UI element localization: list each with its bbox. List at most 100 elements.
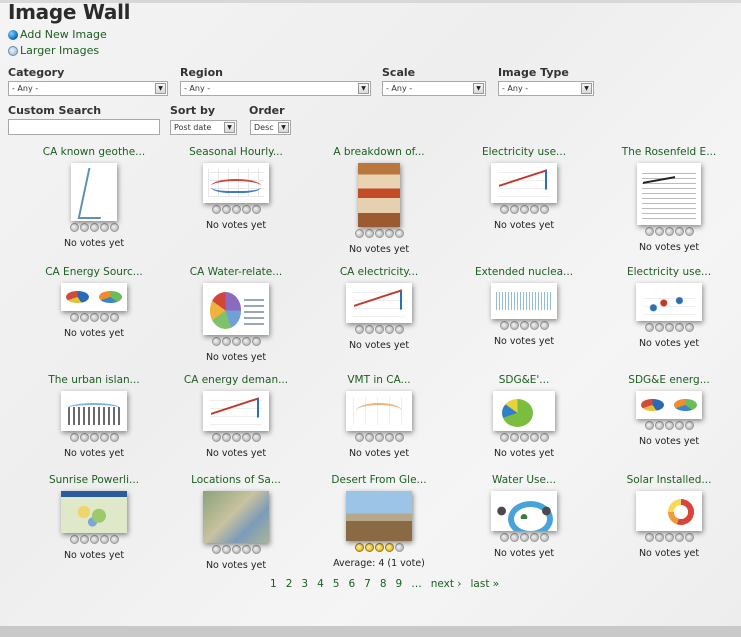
image-thumbnail[interactable] [203,391,269,431]
star-icon[interactable] [644,227,654,236]
star-icon[interactable] [539,433,549,442]
star-icon[interactable] [79,433,89,442]
star-icon[interactable] [231,337,241,346]
star-icon[interactable] [221,433,231,442]
image-thumbnail[interactable] [636,283,702,321]
star-icon[interactable] [384,229,394,238]
star-icon[interactable] [664,227,674,236]
star-icon[interactable] [364,433,374,442]
image-thumbnail[interactable] [493,391,555,431]
region-select[interactable]: - Any - ▼ [180,81,371,96]
star-icon[interactable] [664,421,674,430]
image-thumbnail[interactable] [358,163,400,227]
star-icon[interactable] [674,323,684,332]
star-icon[interactable] [394,543,404,552]
star-icon[interactable] [499,533,509,542]
star-icon[interactable] [89,535,99,544]
star-icon[interactable] [394,325,404,334]
pager-link[interactable]: 5 [333,578,340,590]
star-icon[interactable] [79,223,89,232]
star-icon[interactable] [211,545,221,554]
star-icon[interactable] [241,433,251,442]
image-thumbnail[interactable] [203,491,269,543]
star-icon[interactable] [109,313,119,322]
star-icon[interactable] [364,325,374,334]
image-thumbnail[interactable] [61,491,127,533]
pager-link[interactable]: next › [431,578,462,590]
star-icon[interactable] [529,533,539,542]
pager-link[interactable]: 4 [317,578,324,590]
star-icon[interactable] [241,205,251,214]
star-icon[interactable] [499,205,509,214]
star-icon[interactable] [384,543,394,552]
image-thumbnail[interactable] [346,491,412,541]
star-icon[interactable] [241,545,251,554]
star-icon[interactable] [374,543,384,552]
star-icon[interactable] [529,321,539,330]
image-thumbnail[interactable] [491,283,557,319]
sort-by-select[interactable]: Post date ▼ [170,120,237,135]
pager-link[interactable]: 2 [286,578,293,590]
star-icon[interactable] [529,205,539,214]
image-thumbnail[interactable] [203,283,269,335]
image-title-link[interactable]: VMT in CA... [305,374,453,387]
star-icon[interactable] [684,323,694,332]
star-icon[interactable] [231,545,241,554]
star-icon[interactable] [509,321,519,330]
star-icon[interactable] [89,433,99,442]
star-icon[interactable] [674,227,684,236]
star-icon[interactable] [364,229,374,238]
star-icon[interactable] [251,545,261,554]
image-title-link[interactable]: The urban islan... [20,374,168,387]
star-icon[interactable] [99,433,109,442]
star-icon[interactable] [221,205,231,214]
star-icon[interactable] [539,533,549,542]
star-icon[interactable] [251,337,261,346]
scale-select[interactable]: - Any - ▼ [382,81,486,96]
star-icon[interactable] [79,313,89,322]
star-icon[interactable] [241,337,251,346]
star-icon[interactable] [509,205,519,214]
image-thumbnail[interactable] [61,391,127,431]
add-new-image-link[interactable]: Add New Image [8,28,107,41]
star-icon[interactable] [99,223,109,232]
image-thumbnail[interactable] [71,163,117,221]
star-icon[interactable] [231,205,241,214]
custom-search-input[interactable] [8,119,160,135]
star-icon[interactable] [394,433,404,442]
star-icon[interactable] [211,205,221,214]
star-icon[interactable] [674,533,684,542]
pager-link[interactable]: last » [471,578,500,590]
image-thumbnail[interactable] [491,491,557,531]
star-icon[interactable] [654,227,664,236]
pager-link[interactable]: 9 [396,578,403,590]
star-icon[interactable] [519,321,529,330]
image-title-link[interactable]: Locations of Sa... [162,474,310,487]
image-thumbnail[interactable] [636,491,702,531]
image-thumbnail[interactable] [346,283,412,323]
star-icon[interactable] [654,421,664,430]
star-icon[interactable] [384,325,394,334]
star-icon[interactable] [109,223,119,232]
star-icon[interactable] [354,543,364,552]
image-title-link[interactable]: Solar Installed... [595,474,741,487]
star-icon[interactable] [539,321,549,330]
star-icon[interactable] [384,433,394,442]
pager-link[interactable]: 6 [348,578,355,590]
image-thumbnail[interactable] [203,163,269,203]
star-icon[interactable] [109,433,119,442]
image-thumbnail[interactable] [636,391,702,419]
image-title-link[interactable]: SDG&E'... [450,374,598,387]
image-thumbnail[interactable] [491,163,557,203]
image-title-link[interactable]: The Rosenfeld E... [595,146,741,159]
star-icon[interactable] [374,433,384,442]
star-icon[interactable] [674,421,684,430]
image-title-link[interactable]: Sunrise Powerli... [20,474,168,487]
star-icon[interactable] [109,535,119,544]
star-icon[interactable] [251,205,261,214]
image-title-link[interactable]: CA Energy Sourc... [20,266,168,279]
star-icon[interactable] [644,533,654,542]
star-icon[interactable] [221,545,231,554]
image-title-link[interactable]: CA electricity... [305,266,453,279]
image-title-link[interactable]: CA energy deman... [162,374,310,387]
